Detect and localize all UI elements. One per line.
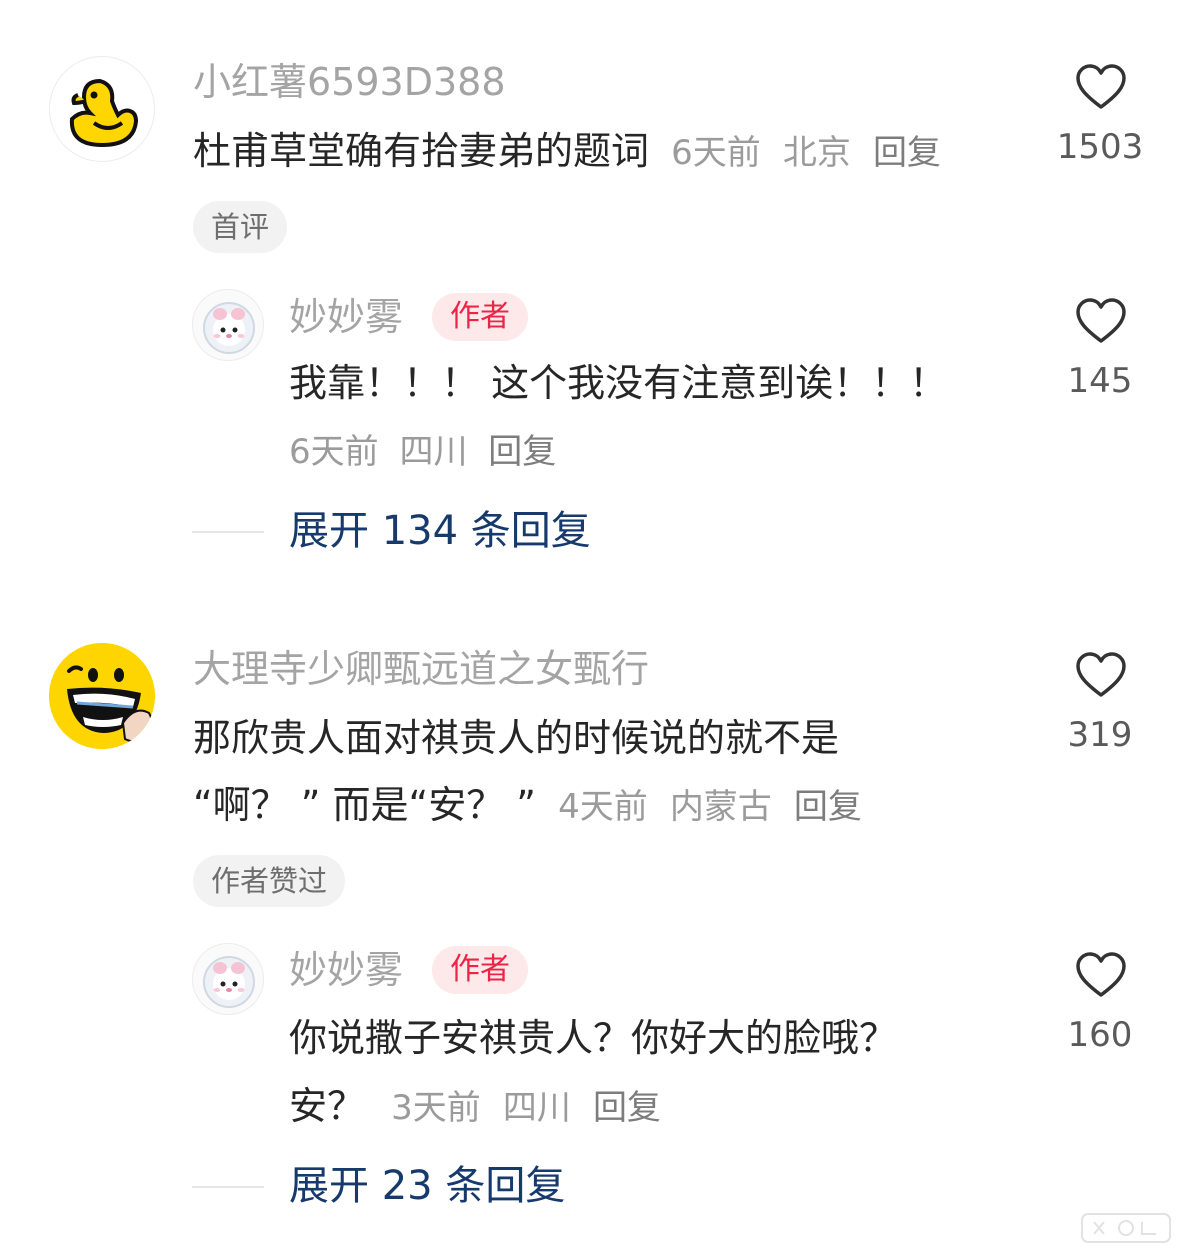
like-heart-icon[interactable] [1075, 651, 1127, 699]
reply-time: 3天前 [391, 1088, 481, 1128]
avatar[interactable] [192, 943, 264, 1015]
reply-time: 6天前 [289, 432, 379, 472]
comment-body-line1: 那欣贵人面对祺贵人的时候说的就不是 [193, 716, 840, 760]
username[interactable]: 小红薯6593D388 [193, 63, 506, 101]
author-badge: 作者 [432, 946, 528, 994]
like-heart-icon[interactable] [1075, 951, 1127, 999]
reply-body: 我靠！！！ 这个我没有注意到诶！！！ [289, 361, 948, 405]
reply-body-line2: 安？ [289, 1084, 366, 1128]
avatar[interactable] [49, 56, 155, 162]
reply-meta: 6天前 四川 回复 [289, 435, 556, 469]
like-heart-icon[interactable] [1075, 63, 1127, 111]
reply-location: 四川 [502, 1088, 571, 1128]
reply-button[interactable]: 回复 [794, 787, 862, 827]
grin-face-icon [49, 643, 155, 749]
author-liked-tag: 作者赞过 [193, 855, 346, 907]
author-badge: 作者 [432, 293, 528, 341]
expand-replies-button[interactable]: 展开 23 条回复 [289, 1166, 565, 1206]
expand-divider [192, 531, 264, 533]
like-count: 1503 [1056, 127, 1144, 167]
like-count: 160 [1067, 1015, 1133, 1055]
reply-button[interactable]: 回复 [873, 133, 941, 173]
avatar[interactable] [192, 289, 264, 361]
reply-username[interactable]: 妙妙雾 [289, 298, 403, 336]
reply-body-line1: 你说撒子安祺贵人？你好大的脸哦？ [289, 1016, 898, 1060]
reply-button[interactable]: 回复 [488, 432, 556, 472]
like-heart-icon[interactable] [1075, 297, 1127, 345]
watermark-logo [1081, 1213, 1171, 1243]
reply-text-line2: 安？ 3天前 四川 回复 [289, 1087, 661, 1125]
like-count: 319 [1067, 715, 1133, 755]
username[interactable]: 大理寺少卿甄远道之女甄行 [193, 650, 649, 688]
comment-location: 北京 [782, 133, 851, 173]
bear-astronaut-icon [203, 956, 255, 1008]
comment-body-line2: “啊？ ” 而是“安？ ” [193, 783, 536, 827]
like-count: 145 [1067, 361, 1133, 401]
comment-text-line2: “啊？ ” 而是“安？ ” 4天前 内蒙古 回复 [193, 786, 862, 824]
first-comment-tag: 首评 [193, 201, 288, 253]
comment-time: 6天前 [671, 133, 761, 173]
comment-body: 杜甫草堂确有拾妻弟的题词 [193, 129, 650, 173]
expand-divider [192, 1186, 264, 1188]
reply-username[interactable]: 妙妙雾 [289, 951, 403, 989]
reply-location: 四川 [399, 432, 468, 472]
duck-icon [69, 78, 139, 148]
comment-text: 杜甫草堂确有拾妻弟的题词 6天前 北京 回复 [193, 132, 941, 170]
comment-time: 4天前 [558, 787, 648, 827]
expand-replies-button[interactable]: 展开 134 条回复 [289, 511, 591, 551]
reply-button[interactable]: 回复 [593, 1088, 661, 1128]
bear-astronaut-icon [203, 302, 255, 354]
comment-location: 内蒙古 [669, 787, 772, 827]
avatar[interactable] [49, 643, 155, 749]
